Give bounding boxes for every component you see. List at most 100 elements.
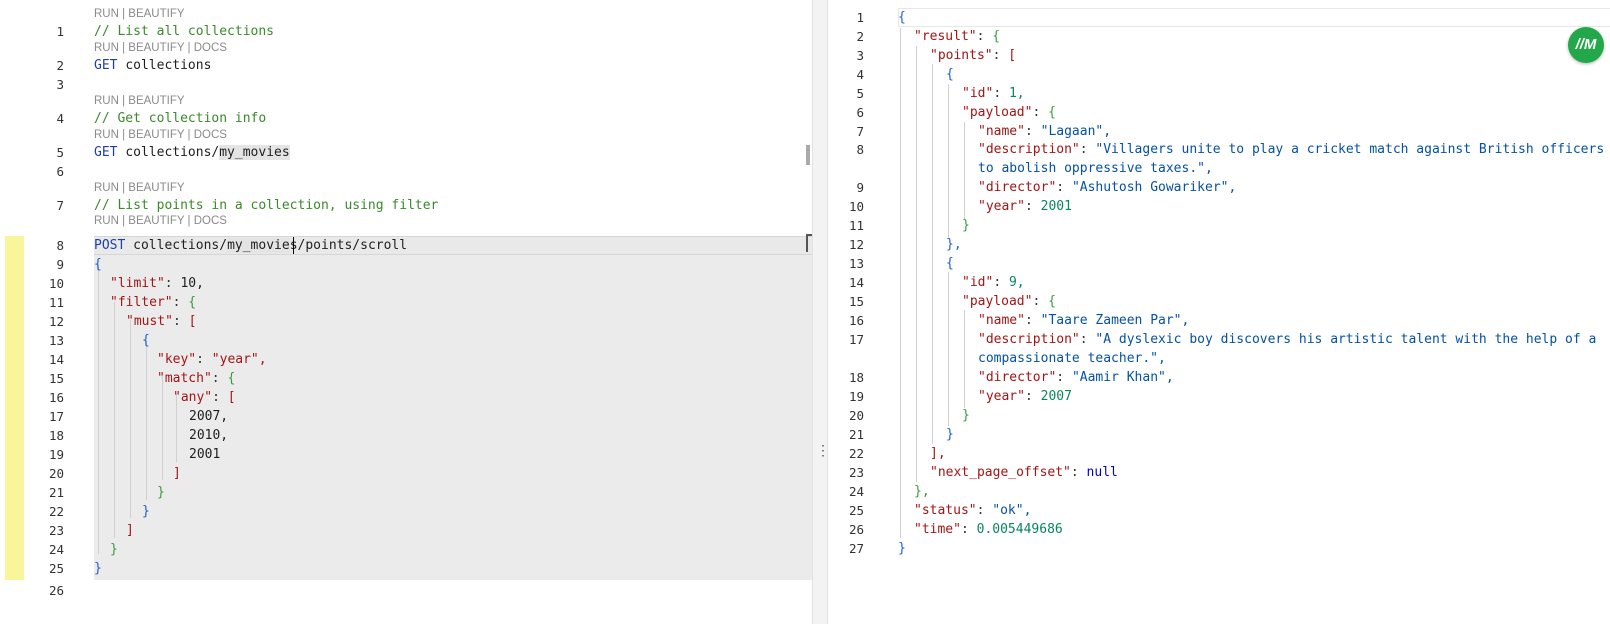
output-line: 23 "next_page_offset": null (0, 463, 1610, 482)
json-key: "status" (914, 503, 977, 518)
line-number: 25 (848, 503, 864, 518)
output-line-wrap: compassionate teacher.", (0, 349, 1610, 368)
json-key: "year" (978, 389, 1025, 404)
json-key: "description" (978, 142, 1080, 157)
output-line: 18 "director": "Aamir Khan", (0, 368, 1610, 387)
json-brace: } (962, 408, 970, 423)
output-line: 27 } (0, 539, 1610, 558)
json-value: null (1086, 465, 1118, 480)
json-key: "director" (978, 180, 1057, 195)
json-key: "id" (962, 86, 994, 101)
line-number: 4 (856, 67, 864, 82)
line-number: 5 (856, 86, 864, 101)
output-line: 10 "year": 2001 (0, 197, 1610, 216)
app-logo-icon[interactable]: //M (1568, 27, 1604, 63)
json-key: "year" (978, 199, 1025, 214)
line-number: 14 (848, 275, 864, 290)
json-value-continuation: to abolish oppressive taxes.", (978, 161, 1213, 176)
output-line: 20 } (0, 406, 1610, 425)
output-line: 11 } (0, 216, 1610, 235)
line-number: 8 (856, 142, 864, 157)
json-brace: } (898, 541, 906, 556)
line-number: 25 (48, 561, 64, 576)
output-line: 1 { (0, 8, 1610, 27)
line-number: 21 (848, 427, 864, 442)
output-line: 14 "id": 9, (0, 273, 1610, 292)
json-brace: } (94, 561, 102, 576)
output-line: 21 } (0, 425, 1610, 444)
json-value: 2001 (1040, 199, 1072, 214)
json-key: "name" (978, 124, 1025, 139)
line-number: 24 (848, 484, 864, 499)
line-number: 26 (48, 583, 64, 598)
json-key: "director" (978, 370, 1057, 385)
line-number: 18 (848, 370, 864, 385)
editor-line[interactable]: 25 } (0, 559, 812, 578)
json-key: "payload" (962, 294, 1033, 309)
json-brace: { (946, 67, 954, 82)
line-number: 20 (848, 408, 864, 423)
line-number: 19 (848, 389, 864, 404)
json-key: "time" (914, 522, 961, 537)
json-value: "Taare Zameen Par", (1040, 313, 1190, 328)
json-brace: { (898, 10, 906, 25)
json-key: "id" (962, 275, 994, 290)
json-value: "Ashutosh Gowariker", (1071, 180, 1237, 195)
output-line: 7 "name": "Lagaan", (0, 122, 1610, 141)
output-line: 26 "time": 0.005449686 (0, 520, 1610, 539)
line-number: 16 (848, 313, 864, 328)
output-line: 6 "payload": { (0, 103, 1610, 122)
line-number: 23 (848, 465, 864, 480)
line-number: 12 (848, 237, 864, 252)
output-line-wrap: to abolish oppressive taxes.", (0, 159, 1610, 178)
json-bracket: [ (1008, 48, 1017, 63)
line-number: 13 (848, 256, 864, 271)
output-line: 8 "description": "Villagers unite to pla… (0, 140, 1610, 159)
json-brace: { (992, 29, 1001, 44)
json-brace: } (962, 218, 970, 233)
line-number: 17 (848, 332, 864, 347)
json-value: "Villagers unite to play a cricket match… (1095, 142, 1605, 157)
output-line: 3 "points": [ (0, 46, 1610, 65)
line-number: 27 (848, 541, 864, 556)
output-line: 22 ], (0, 444, 1610, 463)
line-number: 11 (848, 218, 864, 233)
json-value: 0.005449686 (976, 522, 1063, 537)
line-number: 22 (848, 446, 864, 461)
json-value: "A dyslexic boy discovers his artistic t… (1095, 332, 1597, 347)
output-line: 13 { (0, 254, 1610, 273)
json-key: "payload" (962, 105, 1033, 120)
json-key: "next_page_offset" (930, 465, 1071, 480)
json-bracket: ], (930, 446, 946, 461)
json-key: "result" (914, 29, 977, 44)
output-line: 15 "payload": { (0, 292, 1610, 311)
json-brace: { (946, 256, 954, 271)
json-brace: { (1048, 105, 1056, 120)
json-value: 1, (1008, 86, 1025, 101)
json-brace: } (946, 427, 954, 442)
output-line: 2 "result": { (0, 27, 1610, 46)
output-line: 4 { (0, 65, 1610, 84)
json-value: "Lagaan", (1040, 124, 1112, 139)
line-number: 9 (856, 180, 864, 195)
json-value: 2007 (1040, 389, 1072, 404)
json-brace: }, (946, 237, 962, 252)
output-line: 25 "status": "ok", (0, 501, 1610, 520)
json-key: "name" (978, 313, 1025, 328)
line-number: 15 (848, 294, 864, 309)
json-brace: }, (914, 484, 930, 499)
line-number: 3 (856, 48, 864, 63)
output-line: 9 "director": "Ashutosh Gowariker", (0, 178, 1610, 197)
editor-line[interactable]: 26 (0, 581, 812, 600)
json-brace: { (1048, 294, 1056, 309)
json-value: "ok", (992, 503, 1032, 518)
json-key: "description" (978, 332, 1080, 347)
output-line: 5 "id": 1, (0, 84, 1610, 103)
json-value: "Aamir Khan", (1071, 370, 1174, 385)
output-line: 12 }, (0, 235, 1610, 254)
line-number: 6 (856, 105, 864, 120)
line-number: 7 (856, 124, 864, 139)
json-key: "points" (930, 48, 993, 63)
line-number: 1 (856, 10, 864, 25)
line-number: 26 (848, 522, 864, 537)
